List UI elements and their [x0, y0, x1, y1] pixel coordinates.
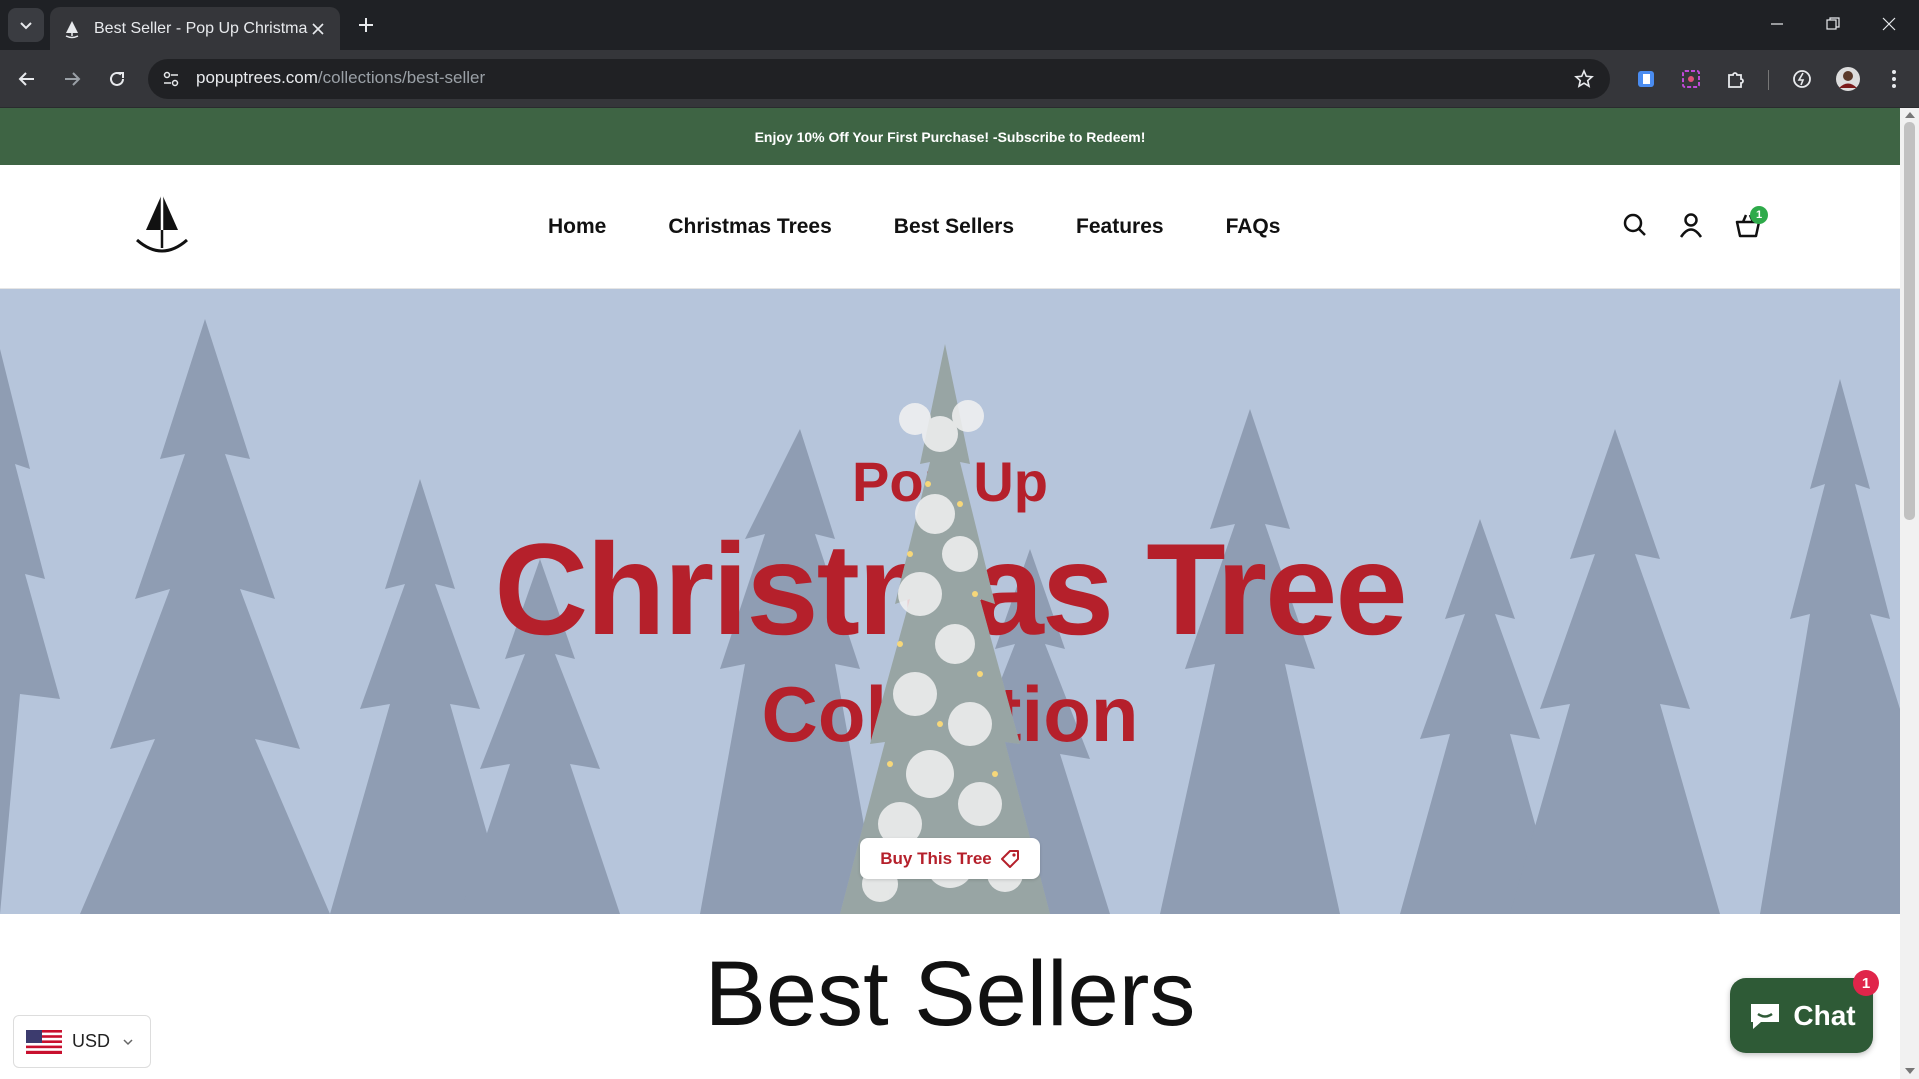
browser-menu-icon[interactable]: [1878, 63, 1910, 95]
back-button[interactable]: [10, 62, 44, 96]
page-scrollbar[interactable]: [1900, 108, 1919, 1079]
buy-button-label: Buy This Tree: [880, 848, 992, 868]
address-bar[interactable]: popuptrees.com/collections/best-seller: [148, 59, 1610, 99]
section-title: Best Sellers: [704, 943, 1196, 1045]
profile-avatar-icon[interactable]: [1832, 63, 1864, 95]
cart-count-badge: 1: [1750, 206, 1768, 224]
nav-features[interactable]: Features: [1076, 215, 1164, 239]
nav-faqs[interactable]: FAQs: [1226, 215, 1281, 239]
scroll-up-arrow[interactable]: [1905, 112, 1915, 118]
arrow-left-icon: [18, 72, 34, 86]
browser-toolbar: popuptrees.com/collections/best-seller: [0, 50, 1919, 108]
performance-icon[interactable]: [1786, 63, 1818, 95]
chat-bubble-icon: [1751, 1003, 1780, 1029]
hero-banner: Pop Up Christmas Tree Collection Buy Thi…: [0, 289, 1900, 914]
tab-title: Best Seller - Pop Up Christmas T: [94, 19, 308, 37]
extension-screenshot-icon[interactable]: [1675, 63, 1707, 95]
extensions-puzzle-icon[interactable]: [1720, 63, 1752, 95]
price-tag-icon: [1000, 849, 1019, 868]
buy-this-tree-button[interactable]: Buy This Tree: [860, 838, 1040, 879]
forward-button[interactable]: [55, 62, 89, 96]
search-icon[interactable]: [1620, 210, 1650, 240]
new-tab-button[interactable]: [353, 12, 379, 38]
plus-icon: [359, 18, 373, 32]
announcement-bar[interactable]: Enjoy 10% Off Your First Purchase! -Subs…: [0, 108, 1900, 165]
nav-christmas-trees[interactable]: Christmas Trees: [668, 215, 831, 239]
chat-button[interactable]: Chat: [1730, 978, 1873, 1053]
close-window-button[interactable]: [1869, 8, 1909, 40]
main-nav: Home Christmas Trees Best Sellers Featur…: [548, 165, 1342, 289]
tab-search-button[interactable]: [8, 8, 44, 42]
close-icon: [1882, 17, 1896, 31]
scroll-down-arrow[interactable]: [1905, 1068, 1915, 1074]
chat-notification-badge: 1: [1853, 970, 1879, 996]
restore-button[interactable]: [1813, 8, 1853, 40]
reload-button[interactable]: [100, 62, 134, 96]
scrollbar-thumb[interactable]: [1904, 122, 1915, 520]
nav-best-sellers[interactable]: Best Sellers: [894, 215, 1014, 239]
extension-translate-icon[interactable]: [1630, 63, 1662, 95]
us-flag-icon: [26, 1029, 62, 1054]
tree-favicon-icon: [65, 20, 79, 38]
reload-icon: [110, 71, 124, 86]
restore-icon: [1826, 17, 1840, 30]
star-icon[interactable]: [1574, 69, 1594, 89]
chevron-down-icon: [123, 1038, 133, 1045]
page-viewport: Enjoy 10% Off Your First Purchase! -Subs…: [0, 108, 1900, 1079]
site-header: Home Christmas Trees Best Sellers Featur…: [0, 165, 1900, 289]
account-icon[interactable]: [1676, 210, 1706, 240]
url-path: /collections/best-seller: [317, 68, 486, 87]
minimize-button[interactable]: [1757, 8, 1797, 40]
site-logo[interactable]: [134, 192, 190, 258]
site-info-icon[interactable]: [162, 70, 180, 88]
chat-label: Chat: [1793, 999, 1856, 1031]
currency-selector[interactable]: USD: [13, 1015, 151, 1068]
flocked-christmas-tree-image: [840, 344, 1050, 914]
browser-tab-active[interactable]: Best Seller - Pop Up Christmas T: [50, 7, 340, 50]
nav-home[interactable]: Home: [548, 215, 606, 239]
chevron-down-icon: [20, 22, 32, 30]
arrow-right-icon: [65, 72, 81, 86]
minimize-icon: [1771, 23, 1783, 25]
browser-tab-bar: Best Seller - Pop Up Christmas T: [0, 0, 1919, 50]
currency-code: USD: [72, 1031, 111, 1051]
toolbar-divider: [1768, 70, 1769, 90]
tab-close-icon[interactable]: [308, 19, 328, 39]
url-text: popuptrees.com/collections/best-seller: [196, 68, 485, 88]
url-host: popuptrees.com: [196, 68, 318, 87]
